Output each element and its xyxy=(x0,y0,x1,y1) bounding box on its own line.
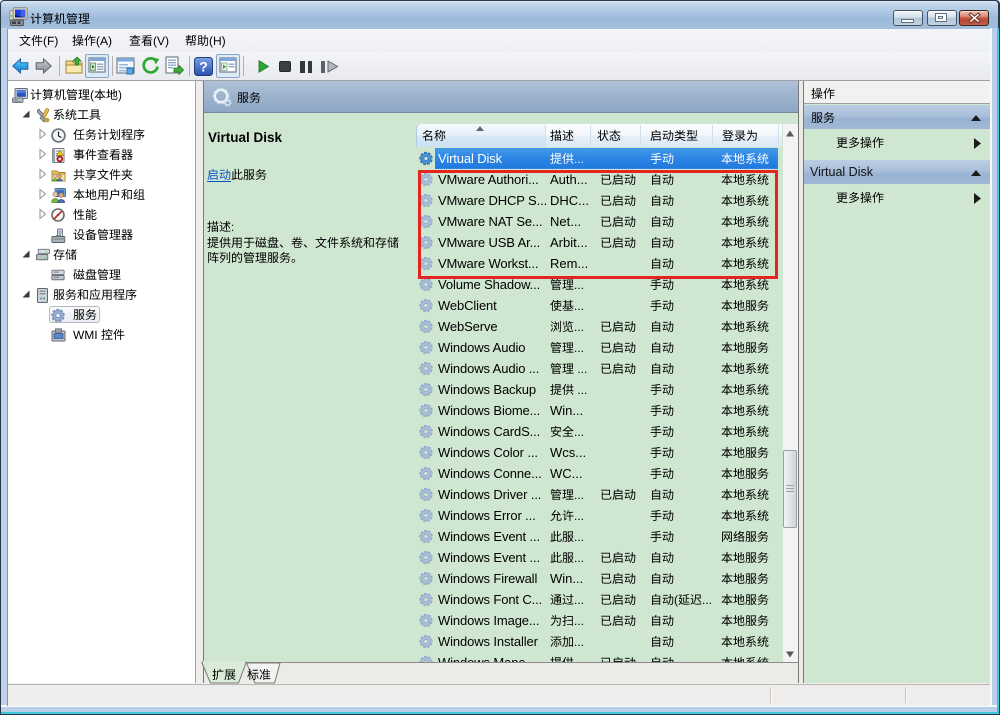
svg-text:?: ? xyxy=(199,59,208,75)
